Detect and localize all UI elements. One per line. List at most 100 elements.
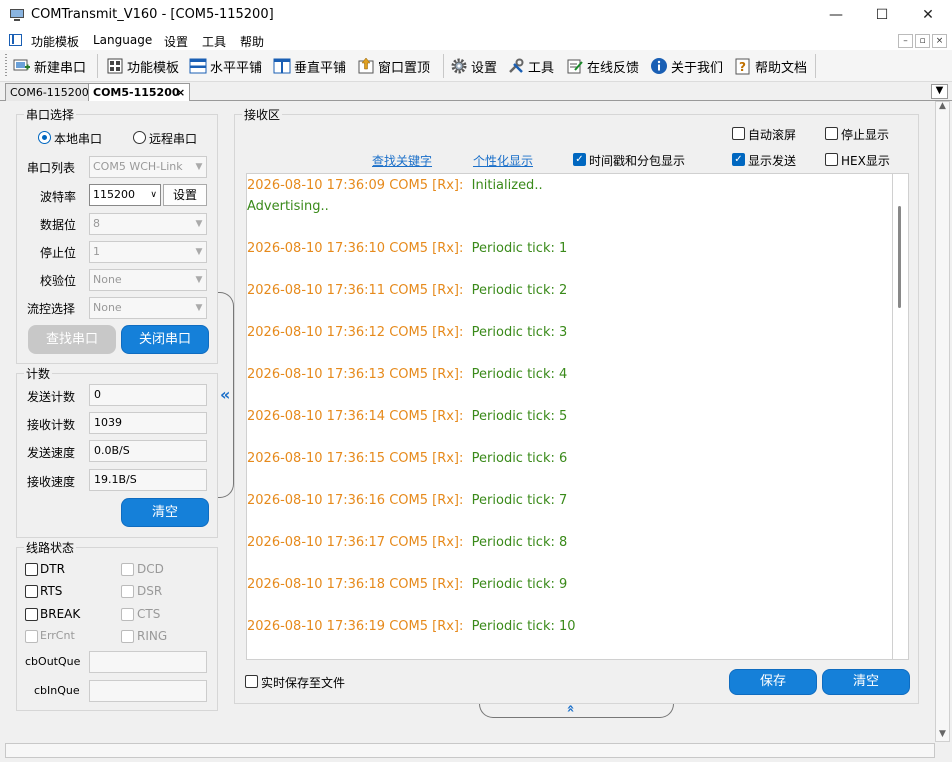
chevron-down-icon: ▼ [195, 275, 203, 285]
dtr-checkbox[interactable] [25, 563, 38, 576]
port-list-value: COM5 WCH-Link [93, 160, 183, 173]
remote-port-radio[interactable] [133, 131, 146, 144]
auto-scroll-checkbox[interactable] [732, 127, 745, 140]
local-port-radio[interactable] [38, 131, 51, 144]
log-line: 2026-08-10 17:36:17 COM5 [Rx]: Periodic … [247, 535, 567, 550]
new-port-button[interactable]: 新建串口 [13, 55, 86, 77]
tab-com5[interactable]: COM5-115200 × [88, 83, 190, 101]
minimize-button[interactable]: — [813, 0, 859, 30]
count-group-label: 计数 [24, 365, 53, 382]
break-label: BREAK [40, 607, 81, 621]
find-port-button[interactable]: 查找串口 [28, 325, 116, 354]
rts-label: RTS [40, 584, 63, 598]
clear-receive-button[interactable]: 清空 [822, 669, 910, 695]
menu-help[interactable]: 帮助 [240, 33, 264, 50]
window-topmost-label: 窗口置顶 [378, 60, 431, 76]
maximize-button[interactable]: ☐ [859, 0, 905, 30]
tabs-dropdown-button[interactable]: ▼ [931, 84, 948, 99]
parity-value: None [93, 273, 122, 286]
log-timestamp: 2026-08-10 17:36:15 COM5 [Rx]: [247, 451, 464, 466]
close-window-button[interactable]: ✕ [905, 0, 951, 30]
tab-close-icon[interactable]: × [176, 84, 185, 101]
scrollbar-thumb[interactable] [898, 206, 901, 308]
find-keyword-link[interactable]: 查找关键字 [372, 152, 432, 169]
mdi-restore-button[interactable]: ▫ [915, 34, 930, 48]
recv-count-value: 1039 [89, 412, 207, 434]
dcd-label: DCD [137, 562, 164, 576]
help-icon: ? [734, 57, 752, 75]
menu-language[interactable]: Language [93, 33, 152, 47]
personalize-link[interactable]: 个性化显示 [473, 152, 533, 169]
send-count-value: 0 [89, 384, 207, 406]
log-message: Periodic tick: 1 [471, 241, 568, 256]
send-input-area[interactable] [5, 743, 935, 758]
save-realtime-label: 实时保存至文件 [261, 676, 346, 690]
chevron-down-icon: ∨ [150, 190, 157, 200]
chevron-down-icon: ▼ [195, 219, 203, 229]
show-send-checkbox[interactable]: ✓ [732, 153, 745, 166]
chevron-down-icon: ▼ [195, 303, 203, 313]
tile-vertical-icon [273, 57, 291, 75]
stop-display-label: 停止显示 [841, 128, 890, 142]
mdi-close-button[interactable]: × [932, 34, 947, 48]
recv-speed-value: 19.1B/S [89, 469, 207, 491]
hex-display-checkbox[interactable] [825, 153, 838, 166]
ring-label: RING [137, 629, 168, 643]
save-button[interactable]: 保存 [729, 669, 817, 695]
log-message: Periodic tick: 2 [471, 283, 568, 298]
log-line: 2026-08-10 17:36:10 COM5 [Rx]: Periodic … [247, 241, 567, 256]
recv-speed-label: 接收速度 [27, 475, 76, 489]
tools-button[interactable]: 工具 [507, 55, 554, 77]
feedback-button[interactable]: 在线反馈 [566, 55, 639, 77]
rts-checkbox[interactable] [25, 585, 38, 598]
log-message: Periodic tick: 8 [471, 535, 568, 550]
help-docs-button[interactable]: ? 帮助文档 [734, 55, 807, 77]
gear-icon [450, 57, 468, 75]
tab-com6[interactable]: COM6-115200 [5, 83, 94, 101]
baud-set-button[interactable]: 设置 [163, 184, 207, 206]
cts-checkbox [121, 608, 134, 621]
mdi-minimize-button[interactable]: – [898, 34, 913, 48]
port-list-select[interactable]: COM5 WCH-Link ▼ [89, 156, 207, 178]
receive-scrollbar[interactable] [893, 173, 909, 660]
parity-select[interactable]: None ▼ [89, 269, 207, 291]
expand-up-icon[interactable]: » [564, 704, 579, 712]
cbin-value [89, 680, 207, 702]
template-button[interactable]: 功能模板 [106, 55, 179, 77]
log-timestamp: 2026-08-10 17:36:18 COM5 [Rx]: [247, 577, 464, 592]
toolbar-separator [443, 54, 444, 78]
show-send-label: 显示发送 [748, 154, 797, 168]
timestamp-checkbox[interactable]: ✓ [573, 153, 586, 166]
receive-textarea[interactable]: 2026-08-10 17:36:09 COM5 [Rx]: Initializ… [246, 173, 893, 660]
break-checkbox[interactable] [25, 608, 38, 621]
clear-count-button[interactable]: 清空 [121, 498, 209, 527]
collapse-left-icon[interactable]: « [220, 385, 230, 404]
remote-port-label: 远程串口 [149, 132, 198, 146]
save-realtime-checkbox[interactable] [245, 675, 258, 688]
tile-vertical-button[interactable]: 垂直平铺 [273, 55, 346, 77]
log-message: Initialized.. [471, 178, 543, 193]
stopbits-select[interactable]: 1 ▼ [89, 241, 207, 263]
ring-checkbox [121, 630, 134, 643]
feedback-icon [566, 57, 584, 75]
send-scrollbar[interactable] [935, 101, 950, 742]
flow-select[interactable]: None ▼ [89, 297, 207, 319]
menu-tools[interactable]: 工具 [202, 33, 226, 50]
scroll-up-icon[interactable]: ▲ [939, 101, 946, 111]
baud-select[interactable]: 115200 ∨ [89, 184, 161, 206]
menu-template[interactable]: 功能模板 [31, 33, 79, 50]
scroll-down-icon[interactable]: ▼ [939, 729, 946, 739]
settings-button[interactable]: 设置 [450, 55, 497, 77]
receive-group-label: 接收区 [242, 106, 283, 123]
menu-settings[interactable]: 设置 [164, 33, 188, 50]
log-timestamp: 2026-08-10 17:36:09 COM5 [Rx]: [247, 178, 464, 193]
databits-select[interactable]: 8 ▼ [89, 213, 207, 235]
port-list-label: 串口列表 [27, 161, 76, 175]
toolbar-grip [5, 54, 7, 78]
close-port-button[interactable]: 关闭串口 [121, 325, 209, 354]
tile-horizontal-button[interactable]: 水平平铺 [189, 55, 262, 77]
stopbits-value: 1 [93, 245, 100, 258]
stop-display-checkbox[interactable] [825, 127, 838, 140]
about-button[interactable]: 关于我们 [650, 55, 723, 77]
window-topmost-button[interactable]: 窗口置顶 [357, 55, 430, 77]
